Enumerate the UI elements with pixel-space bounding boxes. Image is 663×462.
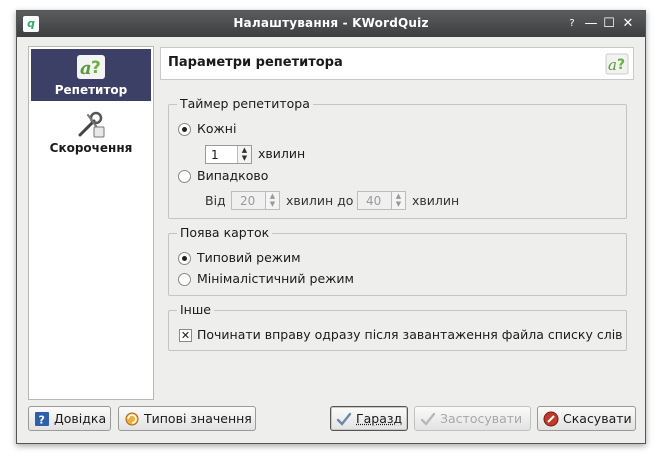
- cancel-button[interactable]: Скасувати: [537, 406, 636, 431]
- minutes-label: хвилин: [258, 146, 306, 161]
- svg-text:?: ?: [617, 57, 625, 73]
- cancel-button-label: Скасувати: [563, 411, 632, 426]
- help-title-button[interactable]: ?: [565, 15, 579, 33]
- checkmark-icon: [420, 412, 436, 426]
- maximize-button[interactable]: ☐: [601, 15, 617, 33]
- svg-text:a: a: [608, 56, 617, 74]
- from-label: Від: [205, 193, 226, 208]
- random-label: Випадково: [197, 168, 269, 183]
- minutes-label-2: хвилин: [412, 193, 460, 208]
- title-bar: q Налаштування - KWordQuiz ? — ☐ ✕: [17, 11, 645, 37]
- checkmark-icon: [336, 412, 352, 426]
- minimal-mode-label: Мінімалістичний режим: [197, 271, 354, 286]
- to-minutes-value: 40: [366, 194, 382, 208]
- settings-dialog: q Налаштування - KWordQuiz ? — ☐ ✕ a ? Р…: [16, 10, 646, 444]
- ok-button[interactable]: Гаразд: [330, 406, 408, 431]
- to-minutes-spinbox[interactable]: 40 ▲ ▼: [357, 191, 406, 210]
- to-label: хвилин до: [286, 193, 354, 208]
- page-header: Параметри репетитора a ?: [160, 47, 634, 80]
- apply-button-label: Застосувати: [440, 411, 523, 426]
- every-label: Кожні: [197, 121, 237, 136]
- random-radio[interactable]: [178, 170, 191, 183]
- timer-group-legend: Таймер репетитора: [177, 96, 313, 111]
- apply-button[interactable]: Застосувати: [414, 406, 531, 431]
- minimize-button[interactable]: —: [583, 15, 599, 33]
- cancel-icon: [543, 411, 559, 427]
- standard-mode-label: Типовий режим: [197, 250, 301, 265]
- spin-arrows-icon[interactable]: ▲ ▼: [265, 192, 279, 209]
- svg-text:?: ?: [91, 58, 101, 78]
- every-minutes-value: 1: [211, 148, 219, 162]
- shortcuts-icon: [78, 111, 105, 138]
- every-radio[interactable]: [178, 123, 191, 136]
- spin-arrows-icon[interactable]: ▲ ▼: [391, 192, 405, 209]
- card-display-group: Поява карток Типовий режим Мінімалістичн…: [168, 225, 627, 296]
- timer-group: Таймер репетитора Кожні 1 ▲ ▼ хвилин Випа…: [168, 96, 627, 219]
- close-button[interactable]: ✕: [620, 15, 636, 33]
- start-immediately-checkbox[interactable]: ✕: [179, 329, 192, 342]
- sidebar-item-quiz[interactable]: a ? Репетитор: [31, 49, 151, 101]
- svg-text:a: a: [80, 58, 92, 79]
- help-button-label: Довідка: [54, 411, 107, 426]
- quiz-icon: a ?: [605, 53, 629, 75]
- reset-defaults-icon: [125, 412, 139, 426]
- svg-text:?: ?: [39, 414, 45, 427]
- minimal-mode-radio[interactable]: [178, 273, 191, 286]
- ok-button-label: Гаразд: [356, 411, 403, 426]
- sidebar-item-label: Репетитор: [54, 83, 128, 97]
- spin-arrows-icon[interactable]: ▲ ▼: [237, 146, 251, 163]
- card-display-legend: Поява карток: [177, 225, 273, 240]
- help-button[interactable]: ? Довідка: [28, 406, 111, 431]
- other-group: Інше ✕ Починати вправу одразу після зава…: [168, 302, 627, 351]
- from-minutes-value: 20: [240, 194, 256, 208]
- window-title: Налаштування - KWordQuiz: [233, 16, 429, 30]
- page-title: Параметри репетитора: [168, 55, 343, 70]
- defaults-button[interactable]: Типові значення: [118, 406, 256, 431]
- every-minutes-spinbox[interactable]: 1 ▲ ▼: [205, 145, 252, 164]
- other-group-legend: Інше: [177, 302, 214, 317]
- from-minutes-spinbox[interactable]: 20 ▲ ▼: [231, 191, 280, 210]
- help-book-icon: ?: [35, 412, 49, 427]
- defaults-button-label: Типові значення: [144, 411, 252, 426]
- start-immediately-label: Починати вправу одразу після завантаженн…: [197, 327, 623, 342]
- sidebar-item-label: Скорочення: [49, 141, 133, 155]
- quiz-icon: a ?: [77, 55, 105, 79]
- standard-mode-radio[interactable]: [178, 252, 191, 265]
- settings-sidebar: a ? Репетитор Скорочення: [28, 46, 154, 400]
- sidebar-item-shortcuts[interactable]: Скорочення: [31, 109, 151, 161]
